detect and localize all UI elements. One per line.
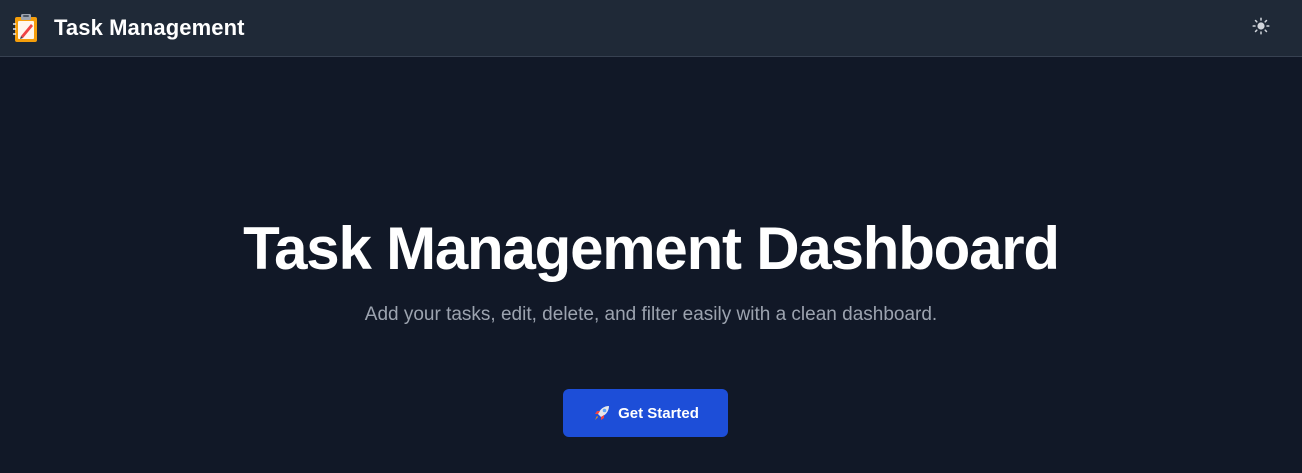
hero-title: Task Management Dashboard [243, 215, 1060, 282]
brand[interactable]: Task Management [10, 12, 245, 44]
hero-subtitle: Add your tasks, edit, delete, and filter… [364, 304, 938, 325]
top-navbar: Task Management [0, 0, 1302, 57]
theme-toggle-button[interactable] [1246, 13, 1276, 43]
get-started-label: Get Started [618, 404, 699, 422]
clipboard-icon [10, 12, 42, 44]
rocket-icon [592, 403, 612, 423]
brand-title: Task Management [54, 15, 245, 40]
sun-icon [1252, 16, 1270, 40]
get-started-button[interactable]: Get Started [563, 389, 728, 437]
hero-section: Task Management Dashboard Add your tasks… [0, 57, 1302, 473]
